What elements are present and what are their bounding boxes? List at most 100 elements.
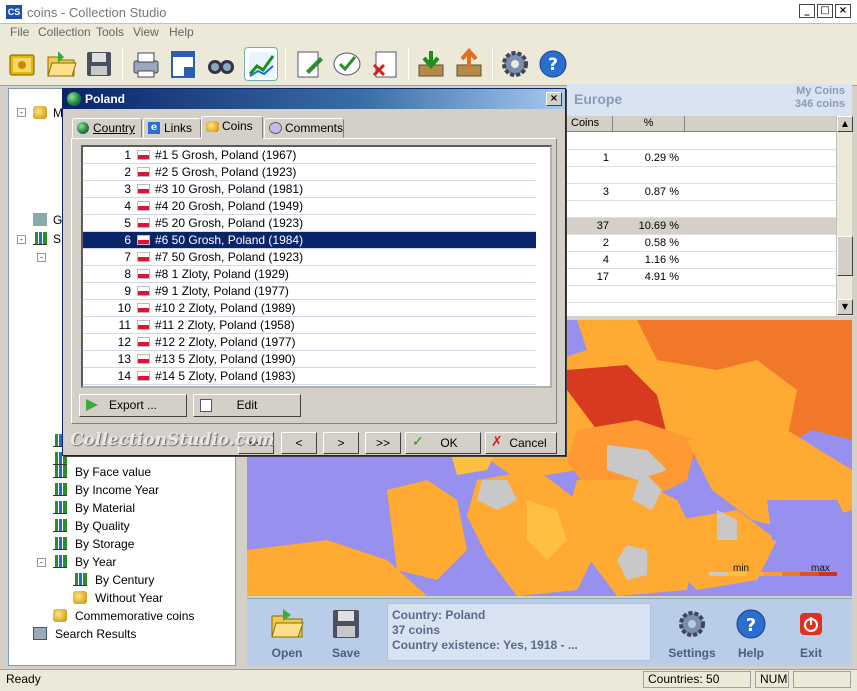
coin-list-row[interactable]: 9 #9 1 Zloty, Poland (1977) xyxy=(83,283,536,300)
coin-list[interactable]: 1 #1 5 Grosh, Poland (1967) 2 #2 5 Grosh, P… xyxy=(81,145,552,388)
cancel-button[interactable]: ✗ Cancel xyxy=(485,432,557,454)
edit-note-icon[interactable] xyxy=(292,47,326,81)
tree-item-without-year[interactable]: Without Year xyxy=(95,591,163,605)
menu-view[interactable]: View xyxy=(133,25,159,39)
coin-row-title: #10 2 Zloty, Poland (1989) xyxy=(155,301,296,315)
scroll-up-button[interactable]: ▲ xyxy=(837,116,853,132)
tab-comments[interactable]: Comments xyxy=(264,118,344,138)
coin-list-row[interactable]: 4 #4 20 Grosh, Poland (1949) xyxy=(83,198,536,215)
table-row[interactable]: 2 0.58 % xyxy=(567,235,837,252)
dialog-close-button[interactable]: × xyxy=(546,92,562,106)
collapse-toggle[interactable]: - xyxy=(17,235,26,244)
minimize-button[interactable]: _ xyxy=(799,4,815,18)
menu-tools[interactable]: Tools xyxy=(96,25,124,39)
nav-prev-button[interactable]: < xyxy=(281,432,317,454)
table-row[interactable]: 4 1.16 % xyxy=(567,252,837,269)
tree-item-by-storage[interactable]: By Storage xyxy=(75,537,134,551)
info-existence: Country existence: Yes, 1918 - ... xyxy=(392,638,578,652)
maximize-button[interactable]: □ xyxy=(817,4,833,18)
tab-coins[interactable]: Coins xyxy=(201,116,263,139)
tree-item-partial[interactable]: G xyxy=(53,213,62,227)
menu-collection[interactable]: Collection xyxy=(38,25,91,39)
tree-item-by-quality[interactable]: By Quality xyxy=(75,519,130,533)
coin-list-row[interactable]: 11 #11 2 Zloty, Poland (1958) xyxy=(83,317,536,334)
coin-list-row[interactable]: 5 #5 20 Grosh, Poland (1923) xyxy=(83,215,536,232)
table-row[interactable] xyxy=(567,201,837,218)
poland-flag-icon xyxy=(137,303,150,313)
watermark-logo: CollectionStudio.com xyxy=(70,430,275,450)
exit-button[interactable]: Exit xyxy=(785,600,837,664)
settings-button[interactable]: Settings xyxy=(666,600,718,664)
scroll-thumb[interactable] xyxy=(837,236,853,276)
tree-item-by-material[interactable]: By Material xyxy=(75,501,135,515)
menu-help[interactable]: Help xyxy=(169,25,194,39)
nav-last-button[interactable]: >> xyxy=(365,432,401,454)
open-folder-icon[interactable] xyxy=(44,47,78,81)
export-icon[interactable] xyxy=(452,47,486,81)
country-table[interactable]: Coins % 1 0.29 % 3 0.87 % 37 10.69 % 2 0.58 % 4 1… xyxy=(567,116,837,316)
close-button[interactable]: × xyxy=(835,4,851,18)
tab-links[interactable]: e Links xyxy=(143,118,201,138)
delete-note-icon[interactable] xyxy=(368,47,402,81)
tree-item-by-century[interactable]: By Century xyxy=(95,573,154,587)
binoculars-icon[interactable] xyxy=(204,47,238,81)
tree-item-search-results[interactable]: Search Results xyxy=(55,627,136,641)
table-row[interactable] xyxy=(567,133,837,150)
column-header-coins[interactable]: Coins xyxy=(567,116,613,132)
open-label: Open xyxy=(271,646,303,660)
tree-item-by-income-year[interactable]: By Income Year xyxy=(75,483,159,497)
collapse-toggle[interactable]: - xyxy=(17,108,26,117)
statistics-icon xyxy=(33,232,47,245)
coin-list-row[interactable]: 8 #8 1 Zloty, Poland (1929) xyxy=(83,266,536,283)
table-row[interactable]: 37 10.69 % xyxy=(567,218,837,235)
tree-item-partial[interactable]: S xyxy=(53,232,61,246)
table-scrollbar[interactable]: ▲ ▼ xyxy=(836,116,853,316)
legend-swatch xyxy=(782,572,801,576)
coin-list-row[interactable]: 3 #3 10 Grosh, Poland (1981) xyxy=(83,181,536,198)
settings-icon[interactable] xyxy=(498,47,532,81)
region-title: Europe xyxy=(574,91,623,107)
coin-list-row[interactable]: 13 #13 5 Zloty, Poland (1990) xyxy=(83,351,536,368)
nav-next-button[interactable]: > xyxy=(323,432,359,454)
coin-list-row[interactable]: 7 #7 50 Grosh, Poland (1923) xyxy=(83,249,536,266)
export-label: Export ... xyxy=(108,398,158,412)
preview-icon[interactable] xyxy=(166,47,200,81)
collapse-toggle[interactable]: - xyxy=(37,253,46,262)
row-coins: 37 xyxy=(596,220,609,232)
check-note-icon[interactable] xyxy=(330,47,364,81)
collapse-toggle[interactable]: - xyxy=(37,558,46,567)
row-percent: 0.87 % xyxy=(644,186,679,198)
table-row[interactable]: 1 0.29 % xyxy=(567,150,837,167)
table-row[interactable]: 17 4.91 % xyxy=(567,269,837,286)
tab-country[interactable]: Country xyxy=(72,118,142,138)
help-icon[interactable]: ? xyxy=(536,47,570,81)
book-icon[interactable] xyxy=(6,47,40,81)
coin-list-row[interactable]: 10 #10 2 Zloty, Poland (1989) xyxy=(83,300,536,317)
coin-list-row[interactable]: 14 #14 5 Zloty, Poland (1983) xyxy=(83,368,536,385)
tree-item-commemorative-coins[interactable]: Commemorative coins xyxy=(75,609,194,623)
chart-icon[interactable] xyxy=(244,47,278,81)
scroll-down-button[interactable]: ▼ xyxy=(837,299,853,315)
poland-flag-icon xyxy=(137,184,150,194)
menu-file[interactable]: File xyxy=(10,25,29,39)
import-icon[interactable] xyxy=(414,47,448,81)
ok-button[interactable]: ✓ OK xyxy=(405,432,481,454)
coin-list-row[interactable]: 1 #1 5 Grosh, Poland (1967) xyxy=(83,147,536,164)
export-button[interactable]: Export ... xyxy=(79,394,187,417)
table-row[interactable] xyxy=(567,167,837,184)
open-button[interactable]: Open xyxy=(261,600,313,664)
print-icon[interactable] xyxy=(128,47,162,81)
table-row[interactable] xyxy=(567,286,837,303)
save-button[interactable]: Save xyxy=(320,600,372,664)
tree-item-by-year[interactable]: By Year xyxy=(75,555,116,569)
tree-item-by-face-value[interactable]: By Face value xyxy=(75,465,151,479)
table-row[interactable]: 3 0.87 % xyxy=(567,184,837,201)
column-header-percent[interactable]: % xyxy=(613,116,685,132)
help-button[interactable]: ? Help xyxy=(725,600,777,664)
coin-list-row[interactable]: 12 #12 2 Zloty, Poland (1977) xyxy=(83,334,536,351)
edit-button[interactable]: Edit xyxy=(193,394,301,417)
coin-list-row[interactable]: 2 #2 5 Grosh, Poland (1923) xyxy=(83,164,536,181)
poland-flag-icon xyxy=(137,354,150,364)
coin-list-row[interactable]: 6 #6 50 Grosh, Poland (1984) xyxy=(83,232,536,249)
save-disk-icon[interactable] xyxy=(82,47,116,81)
